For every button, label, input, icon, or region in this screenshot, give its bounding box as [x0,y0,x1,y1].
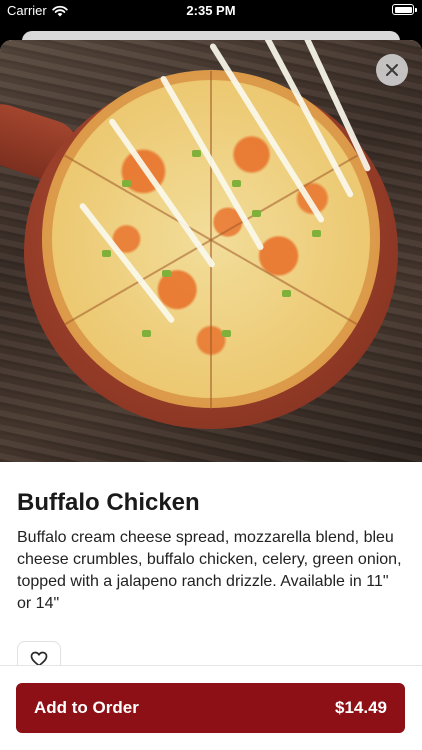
add-to-order-button[interactable]: Add to Order $14.49 [16,683,405,733]
pizza [42,40,380,409]
slice-cut [210,239,358,326]
celery-piece [232,180,241,187]
ranch-drizzle [302,40,372,173]
celery-piece [252,210,261,217]
ranch-drizzle [259,40,355,199]
screen: Carrier 2:35 PM Buffalo Chicken Buffalo … [0,0,422,750]
ranch-drizzle [208,42,326,224]
order-footer: Add to Order $14.49 [0,665,422,750]
celery-piece [192,150,201,157]
item-content: Buffalo Chicken Buffalo cream cheese spr… [0,462,422,677]
status-time: 2:35 PM [186,3,236,18]
celery-piece [162,270,171,277]
item-detail-sheet: Buffalo Chicken Buffalo cream cheese spr… [0,40,422,750]
battery-icon [392,4,417,15]
add-to-order-label: Add to Order [34,698,139,717]
item-image [0,40,422,462]
close-icon [386,64,398,76]
item-price: $14.49 [335,698,387,717]
item-description: Buffalo cream cheese spread, mozzarella … [17,529,402,612]
celery-piece [142,330,151,337]
celery-piece [102,250,111,257]
status-bar: Carrier 2:35 PM [0,0,422,22]
celery-piece [282,290,291,297]
celery-piece [122,180,131,187]
celery-piece [312,230,321,237]
close-button[interactable] [376,54,408,86]
celery-piece [222,330,231,337]
item-title: Buffalo Chicken [17,489,200,516]
